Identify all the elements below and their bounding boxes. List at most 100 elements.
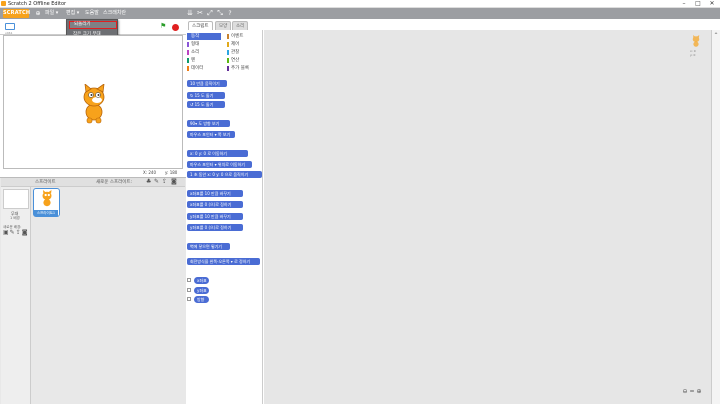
cat-corner-icon: [692, 35, 700, 47]
script-area[interactable]: [264, 30, 711, 404]
stage-footer: X: 240 y: 180: [0, 169, 186, 177]
category-swatch: [227, 42, 229, 47]
reporter-block[interactable]: 방향: [194, 296, 209, 303]
zoom-out-icon[interactable]: ⊖: [682, 389, 688, 395]
category-label: 이벤트: [231, 34, 244, 39]
sprite1-thumbnail[interactable]: 스프라이트1: [33, 188, 60, 217]
grow-icon[interactable]: ⤢: [206, 9, 214, 18]
maximize-button[interactable]: □: [691, 0, 705, 8]
app-icon: [1, 1, 6, 6]
stop-icon[interactable]: [172, 24, 179, 31]
category-label: 동작: [191, 34, 200, 39]
category-label: 추가 블록: [231, 66, 249, 71]
menu-file[interactable]: 파일 ▾: [45, 9, 58, 18]
category-label: 펜: [191, 58, 196, 63]
scratch-logo[interactable]: SCRATCH: [3, 9, 30, 18]
sprite-library-icon[interactable]: ♣: [146, 178, 151, 185]
motion-block[interactable]: x: 0 y: 0 로 이동하기: [187, 150, 248, 157]
motion-block[interactable]: 90▾ 도 방향 보기: [187, 120, 230, 127]
category-label: 형태: [191, 42, 200, 47]
menu-item-undo[interactable]: 되돌리기: [69, 21, 117, 29]
tab-costumes[interactable]: 모양: [215, 21, 232, 30]
category-swatch: [187, 42, 189, 47]
category-item[interactable]: 형태: [187, 41, 221, 48]
motion-block[interactable]: y좌표를 10 만큼 바꾸기: [187, 213, 243, 220]
cat-sprite[interactable]: [77, 84, 111, 124]
paint-sprite-icon[interactable]: ✎: [154, 178, 159, 185]
sprite1-label: 스프라이트1: [34, 210, 58, 216]
motion-block[interactable]: 마우스 포인터 ▾ 위치로 이동하기: [187, 161, 252, 168]
reporter-checkbox[interactable]: [187, 278, 191, 282]
zoom-in-icon[interactable]: ⊕: [696, 389, 702, 395]
menu-edit[interactable]: 편집 ▾: [66, 9, 79, 18]
category-swatch: [187, 58, 189, 63]
category-label: 소리: [191, 50, 200, 55]
vertical-scrollbar[interactable]: ⌃: [711, 30, 720, 404]
window-titlebar: Scratch 2 Offline Editor – □ ✕: [0, 0, 720, 8]
motion-block[interactable]: ↻ 15 도 돌기: [187, 92, 225, 99]
category-item[interactable]: 동작: [187, 33, 221, 40]
sprites-header: 스프라이트: [35, 180, 56, 185]
motion-block[interactable]: y좌표를 0 (으)로 정하기: [187, 224, 243, 231]
category-label: 연산: [231, 58, 240, 63]
cut-icon[interactable]: ✂: [196, 9, 204, 18]
stage-thumbnail-column: 무대 1 배경 새로운 배경: ▣✎⇪◙: [1, 187, 31, 404]
motion-block[interactable]: 회전방식을 왼쪽-오른쪽 ▾ 로 정하기: [187, 258, 260, 265]
help-icon[interactable]: ?: [226, 9, 234, 18]
category-item[interactable]: 추가 블록: [227, 65, 263, 72]
category-label: 데이터: [191, 66, 204, 71]
menu-about[interactable]: 스크래치란: [103, 9, 126, 18]
motion-block[interactable]: x좌표를 10 만큼 바꾸기: [187, 190, 243, 197]
coords-x: X: 240: [143, 170, 156, 175]
category-item[interactable]: 이벤트: [227, 33, 263, 40]
window-title: Scratch 2 Offline Editor: [8, 1, 67, 7]
minimize-button[interactable]: –: [677, 0, 691, 8]
category-item[interactable]: 연산: [227, 57, 263, 64]
duplicate-icon[interactable]: ⇊: [186, 9, 194, 18]
backdrop-tools-icon[interactable]: ▣✎⇪◙: [3, 229, 29, 236]
fullscreen-icon[interactable]: [5, 23, 15, 30]
new-sprite-label: 새로운 스프라이트:: [96, 180, 133, 185]
motion-block[interactable]: 10 만큼 움직이기: [187, 80, 227, 87]
category-swatch: [187, 34, 189, 39]
coords-y: y: 180: [165, 170, 178, 175]
category-swatch: [227, 66, 229, 71]
reporter-checkbox[interactable]: [187, 288, 191, 292]
category-list: 동작형태소리펜데이터 이벤트제어관찰연산추가 블록: [187, 33, 263, 73]
cat-thumbnail-icon: [42, 190, 52, 207]
motion-block[interactable]: 마우스 포인터 ▾ 쪽 보기: [187, 131, 235, 138]
motion-block[interactable]: 1 초 동안 x: 0 y: 0 으로 움직이기: [187, 171, 262, 178]
motion-block[interactable]: 벽에 닿으면 튕기기: [187, 243, 230, 250]
sprite-y: y: 0: [690, 53, 696, 57]
category-label: 제어: [231, 42, 240, 47]
stage-backdrop-count: 1 배경: [10, 216, 20, 220]
category-swatch: [227, 58, 229, 63]
category-item[interactable]: 관찰: [227, 49, 263, 56]
shrink-icon[interactable]: ⤡: [216, 9, 224, 18]
globe-icon[interactable]: ⊕: [34, 9, 42, 18]
scroll-up-icon[interactable]: ⌃: [713, 33, 719, 39]
menu-help[interactable]: 도움말: [85, 9, 99, 18]
reporter-checkbox[interactable]: [187, 297, 191, 301]
tab-sounds[interactable]: 소리: [232, 21, 249, 30]
upload-sprite-icon[interactable]: ⇪: [162, 178, 167, 185]
tab-scripts[interactable]: 스크립트: [188, 21, 213, 30]
stage[interactable]: [3, 35, 183, 169]
category-swatch: [187, 66, 189, 71]
motion-block[interactable]: x좌표를 0 (으)로 정하기: [187, 201, 243, 208]
motion-block[interactable]: ↺ 15 도 돌기: [187, 101, 225, 108]
category-item[interactable]: 데이터: [187, 65, 221, 72]
category-item[interactable]: 소리: [187, 49, 221, 56]
category-swatch: [227, 50, 229, 55]
category-item[interactable]: 제어: [227, 41, 263, 48]
category-swatch: [187, 50, 189, 55]
category-item[interactable]: 펜: [187, 57, 221, 64]
reporter-block[interactable]: y좌표: [194, 287, 209, 294]
green-flag-icon[interactable]: ⚑: [160, 23, 166, 30]
camera-sprite-icon[interactable]: ◙: [171, 178, 177, 185]
zoom-reset-icon[interactable]: =: [689, 389, 695, 395]
category-label: 관찰: [231, 50, 240, 55]
close-button[interactable]: ✕: [705, 0, 719, 8]
reporter-block[interactable]: x좌표: [194, 277, 209, 284]
stage-thumbnail[interactable]: [3, 189, 29, 209]
